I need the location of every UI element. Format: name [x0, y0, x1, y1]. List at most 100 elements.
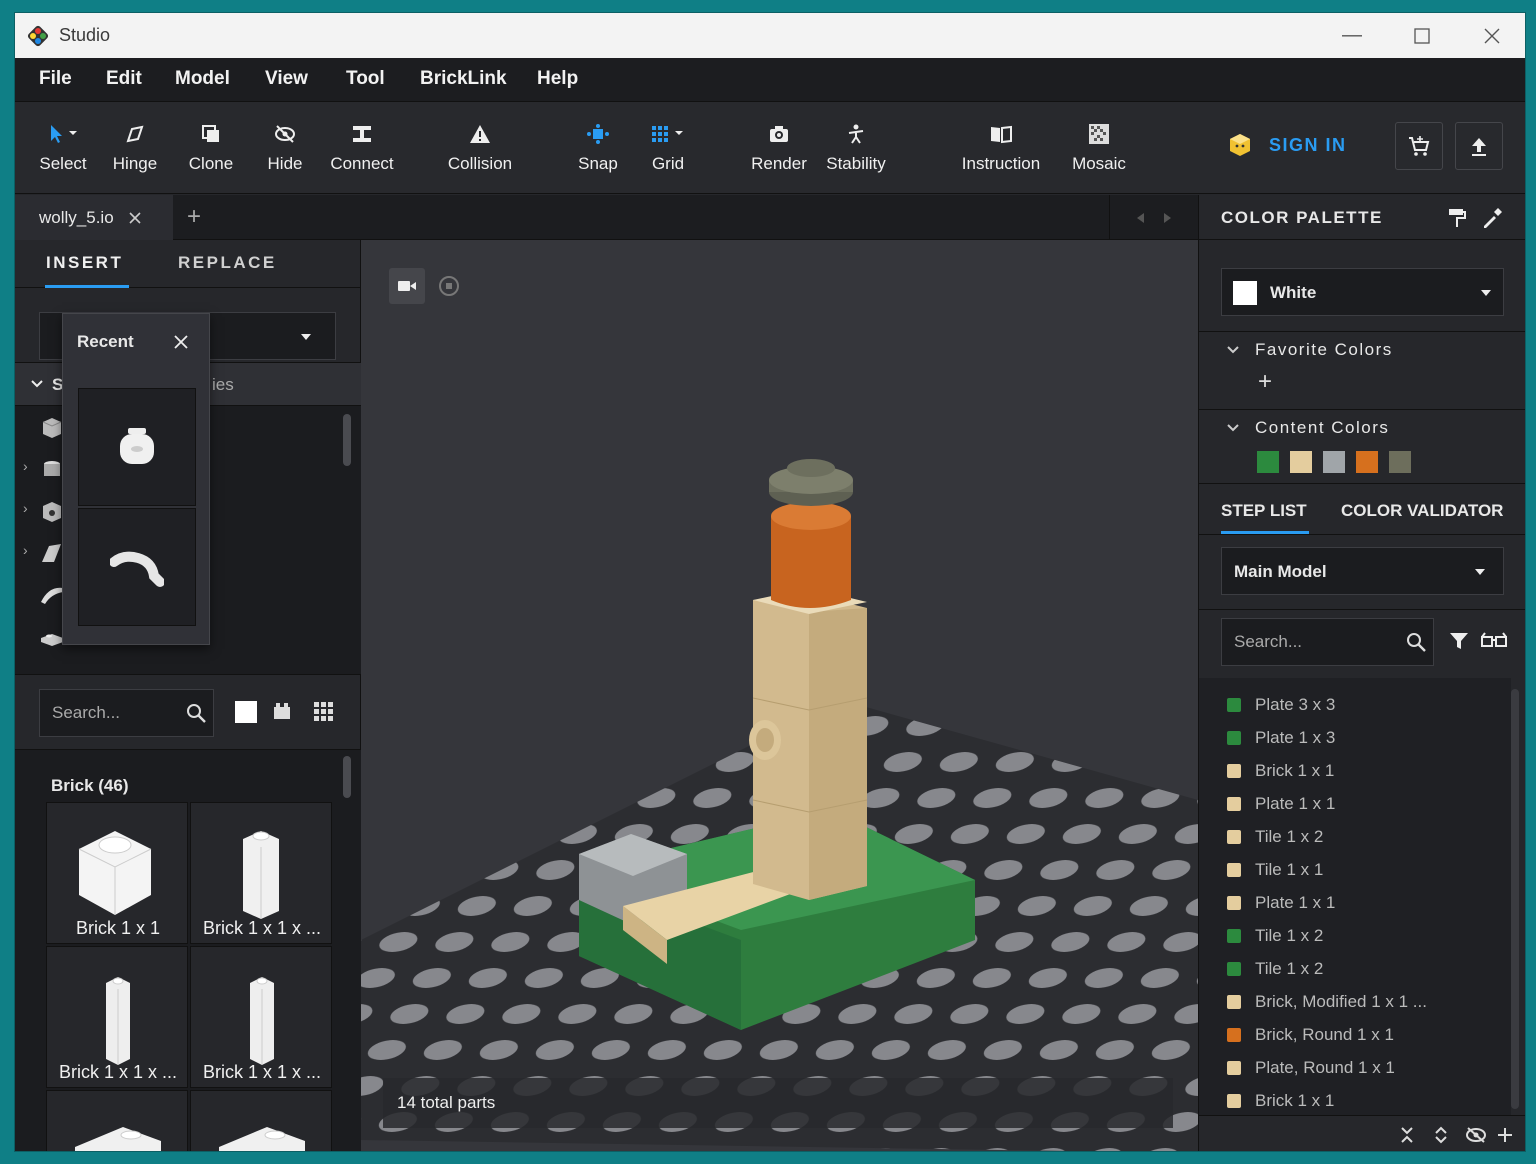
- part-card[interactable]: Brick 1 x 1 x ...: [190, 802, 332, 944]
- part-label: Brick 1 x 1 x ...: [202, 1062, 322, 1082]
- color-select[interactable]: White: [1221, 268, 1504, 316]
- render-tool-button[interactable]: Render: [751, 120, 807, 174]
- tab-prev-icon[interactable]: [1135, 212, 1145, 224]
- close-window-button[interactable]: [1457, 13, 1525, 58]
- hide-tool-button[interactable]: Hide: [263, 120, 307, 174]
- tab-color-validator[interactable]: COLOR VALIDATOR: [1341, 501, 1503, 521]
- menu-model[interactable]: Model: [175, 68, 230, 90]
- select-tool-button[interactable]: Select: [37, 120, 89, 174]
- camera-icon: [770, 126, 788, 142]
- step-list-item[interactable]: Plate 1 x 3: [1199, 721, 1511, 754]
- chevron-down-icon[interactable]: [1227, 423, 1239, 433]
- step-list-item[interactable]: Plate, Round 1 x 1: [1199, 1051, 1511, 1084]
- instruction-tool-button[interactable]: Instruction: [957, 120, 1045, 174]
- hinge-tool-button[interactable]: Hinge: [109, 120, 161, 174]
- step-list-scrollbar[interactable]: [1511, 689, 1519, 1109]
- eyedropper-icon[interactable]: [1481, 207, 1503, 229]
- expand-all-icon[interactable]: [1433, 1126, 1449, 1144]
- tab-step-list[interactable]: STEP LIST: [1221, 501, 1307, 521]
- part-color-cube-icon: [1227, 763, 1241, 778]
- recent-part-minifig-head[interactable]: [78, 388, 196, 506]
- eye-off-icon[interactable]: [1465, 1126, 1487, 1144]
- step-list-item[interactable]: Plate 3 x 3: [1199, 688, 1511, 721]
- part-card[interactable]: Brick 1 x 1 x ...: [46, 946, 188, 1088]
- step-search-input[interactable]: Search...: [1221, 618, 1434, 666]
- collision-tool-button[interactable]: Collision: [443, 120, 517, 174]
- part-card[interactable]: [46, 1090, 188, 1151]
- snap-tool-button[interactable]: Snap: [575, 120, 621, 174]
- part-card[interactable]: [190, 1090, 332, 1151]
- chevron-right-icon[interactable]: ›: [23, 542, 28, 558]
- stability-tool-button[interactable]: Stability: [823, 120, 889, 174]
- tab-insert[interactable]: INSERT: [46, 253, 123, 273]
- step-list-item[interactable]: Brick, Modified 1 x 1 ...: [1199, 985, 1511, 1018]
- 3d-viewport[interactable]: 14 total parts: [361, 240, 1198, 1151]
- step-list-item[interactable]: Tile 1 x 1: [1199, 853, 1511, 886]
- chevron-down-icon[interactable]: [1227, 345, 1239, 355]
- close-icon: [1484, 28, 1500, 43]
- total-parts-label: 14 total parts: [397, 1093, 496, 1112]
- favorite-colors-title[interactable]: Favorite Colors: [1255, 340, 1525, 360]
- add-step-icon[interactable]: [1497, 1126, 1513, 1144]
- mosaic-label: Mosaic: [1072, 154, 1126, 173]
- step-list-item[interactable]: Tile 1 x 2: [1199, 820, 1511, 853]
- menu-edit[interactable]: Edit: [106, 68, 142, 90]
- close-tab-icon[interactable]: [128, 211, 142, 225]
- add-favorite-color-button[interactable]: +: [1258, 368, 1272, 396]
- mosaic-tool-button[interactable]: Mosaic: [1067, 120, 1131, 174]
- menu-file[interactable]: File: [39, 68, 72, 90]
- part-card[interactable]: Brick 1 x 1 x ...: [190, 946, 332, 1088]
- color-filter-swatch[interactable]: [235, 701, 257, 723]
- step-list-item[interactable]: Tile 1 x 2: [1199, 919, 1511, 952]
- part-color-cube-icon: [1227, 1060, 1241, 1075]
- brick-view-icon[interactable]: [271, 700, 293, 722]
- parts-search-input[interactable]: Search...: [39, 689, 214, 737]
- content-color-swatch[interactable]: [1356, 451, 1378, 473]
- parts-scrollbar[interactable]: [343, 756, 351, 798]
- model-select[interactable]: Main Model: [1221, 547, 1504, 595]
- step-list-item[interactable]: Tile 1 x 2: [1199, 952, 1511, 985]
- maximize-button[interactable]: [1387, 13, 1457, 58]
- sign-in-button[interactable]: SIGN IN: [1227, 132, 1347, 158]
- content-colors-title[interactable]: Content Colors: [1255, 418, 1525, 438]
- step-list-item[interactable]: Brick 1 x 1: [1199, 1084, 1511, 1115]
- menu-help[interactable]: Help: [537, 68, 578, 90]
- add-tab-button[interactable]: +: [187, 203, 201, 231]
- step-list-item[interactable]: Plate 1 x 1: [1199, 787, 1511, 820]
- cart-button[interactable]: [1395, 122, 1443, 170]
- file-tab[interactable]: wolly_5.io: [15, 195, 173, 240]
- tab-next-icon[interactable]: [1163, 212, 1173, 224]
- upload-button[interactable]: [1455, 122, 1503, 170]
- clone-tool-button[interactable]: Clone: [185, 120, 237, 174]
- stability-label: Stability: [826, 154, 886, 173]
- paint-roller-icon[interactable]: [1447, 207, 1467, 229]
- content-color-swatch[interactable]: [1389, 451, 1411, 473]
- close-icon[interactable]: [173, 334, 189, 350]
- content-color-swatch[interactable]: [1257, 451, 1279, 473]
- content-color-swatch[interactable]: [1323, 451, 1345, 473]
- parts-panel: INSERT REPLACE S ies › › › Recent Search…: [15, 240, 361, 1151]
- cursor-icon: [51, 125, 77, 143]
- grid-view-icon[interactable]: [312, 700, 334, 722]
- connect-tool-button[interactable]: Connect: [327, 120, 397, 174]
- menu-view[interactable]: View: [265, 68, 308, 90]
- chevron-right-icon[interactable]: ›: [23, 458, 28, 474]
- collapse-all-icon[interactable]: [1399, 1126, 1415, 1144]
- menu-bricklink[interactable]: BrickLink: [420, 68, 507, 90]
- minimize-button[interactable]: —: [1317, 13, 1387, 58]
- filter-icon[interactable]: [1449, 631, 1469, 651]
- menu-tool[interactable]: Tool: [346, 68, 385, 90]
- step-list-item[interactable]: Plate 1 x 1: [1199, 886, 1511, 919]
- tab-replace[interactable]: REPLACE: [178, 253, 277, 273]
- part-card[interactable]: Brick 1 x 1: [46, 802, 188, 944]
- recent-part-bent-pipe[interactable]: [78, 508, 196, 626]
- grid-tool-button[interactable]: Grid: [645, 120, 691, 174]
- part-color-cube-icon: [1227, 730, 1241, 745]
- chevron-right-icon[interactable]: ›: [23, 500, 28, 516]
- clone-icon: [202, 125, 219, 142]
- step-list-item[interactable]: Brick 1 x 1: [1199, 754, 1511, 787]
- content-color-swatch[interactable]: [1290, 451, 1312, 473]
- glasses-icon[interactable]: [1481, 631, 1507, 651]
- step-list-item[interactable]: Brick, Round 1 x 1: [1199, 1018, 1511, 1051]
- category-scrollbar[interactable]: [343, 414, 351, 466]
